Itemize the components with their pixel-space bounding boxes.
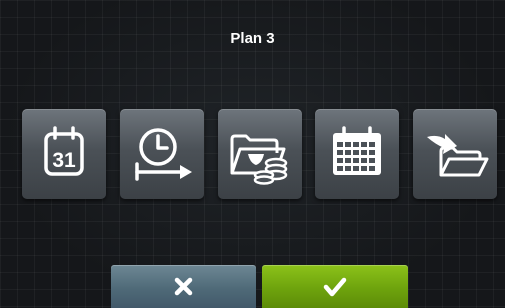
calendar-grid-tile[interactable] [315, 109, 399, 199]
plan-options-row: 31 [0, 109, 505, 199]
import-folder-tile[interactable] [413, 109, 497, 199]
calendar-day-icon: 31 [44, 126, 84, 176]
calendar-grid-icon [333, 126, 381, 175]
screen-title: Plan 3 [230, 30, 275, 47]
close-icon [174, 277, 193, 296]
cancel-button[interactable] [111, 265, 256, 308]
folder-coins-icon [230, 134, 288, 185]
confirm-button[interactable] [262, 265, 408, 308]
import-folder-icon [427, 134, 489, 177]
checkmark-icon [323, 277, 347, 297]
calendar-day-tile[interactable]: 31 [22, 109, 106, 199]
cost-folder-tile[interactable] [218, 109, 302, 199]
clock-duration-icon [135, 128, 192, 181]
calendar-day-number: 31 [52, 149, 76, 172]
duration-tile[interactable] [120, 109, 204, 199]
